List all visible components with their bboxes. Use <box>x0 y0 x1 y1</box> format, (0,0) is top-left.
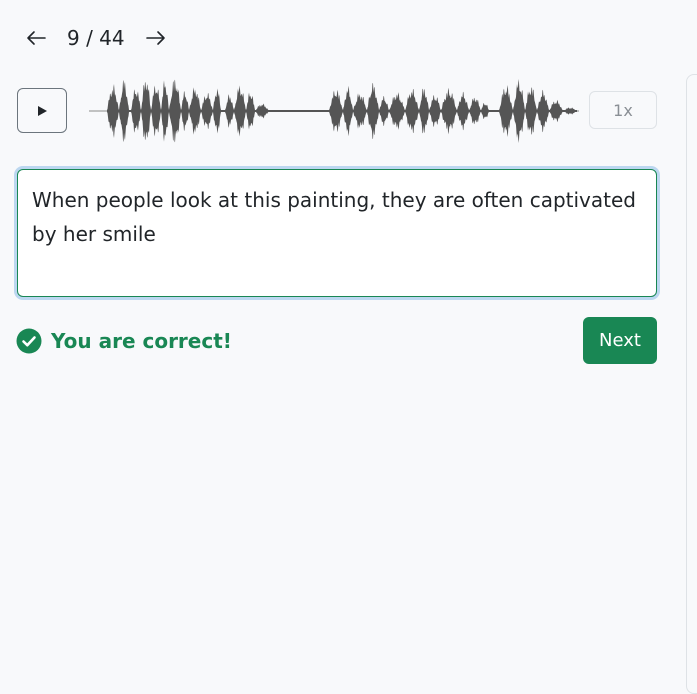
play-icon <box>38 105 47 116</box>
answer-field-focus-ring: When people look at this painting, they … <box>14 166 660 300</box>
answer-input[interactable]: When people look at this painting, they … <box>17 169 657 297</box>
side-panel <box>686 74 697 694</box>
waveform-shape <box>107 79 577 143</box>
result-feedback: You are correct! <box>16 328 232 354</box>
item-navigation: 9 / 44 <box>25 24 167 52</box>
previous-item-button[interactable] <box>25 26 47 50</box>
audio-waveform[interactable] <box>89 72 579 150</box>
check-circle-icon <box>16 328 42 354</box>
next-item-arrow-button[interactable] <box>145 26 167 50</box>
playback-speed-button[interactable]: 1x <box>589 91 657 129</box>
item-counter: 9 / 44 <box>67 26 125 50</box>
audio-player: 1x <box>17 79 657 143</box>
result-message: You are correct! <box>51 329 232 353</box>
next-button[interactable]: Next <box>583 317 657 364</box>
arrow-left-icon <box>27 31 46 45</box>
arrow-right-icon <box>145 31 165 45</box>
play-button[interactable] <box>17 88 67 133</box>
